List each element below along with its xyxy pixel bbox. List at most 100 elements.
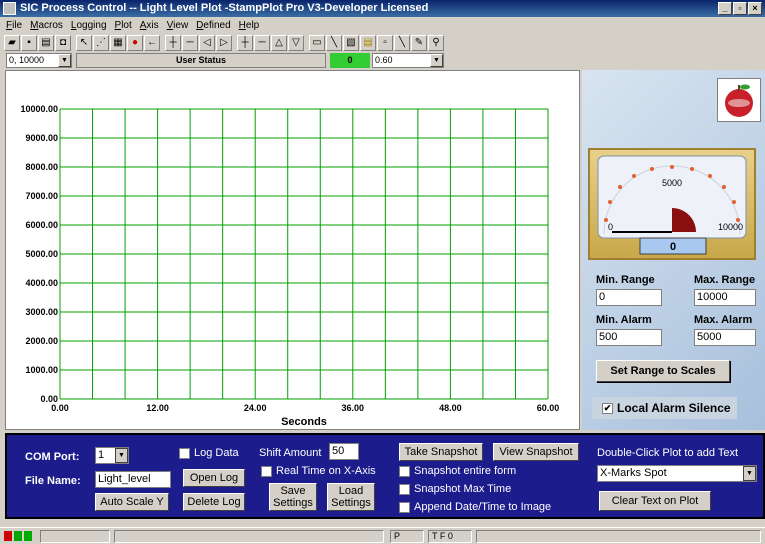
checkbox-icon[interactable] <box>399 483 410 495</box>
save-plot-icon[interactable]: ▫ <box>377 35 393 51</box>
log-data-checkbox[interactable]: Log Data <box>179 447 239 459</box>
y-tick-label: 9000.00 <box>25 133 58 143</box>
load-settings-button[interactable]: Load Settings <box>327 483 375 511</box>
logo <box>717 78 761 122</box>
min-alarm-input[interactable]: 500 <box>596 329 662 346</box>
com-port-label: COM Port: <box>25 451 80 463</box>
x-tick-label: 12.00 <box>146 403 169 413</box>
realtime-checkbox[interactable]: Real Time on X-Axis <box>261 465 376 477</box>
image-icon[interactable]: ▧ <box>343 35 359 51</box>
menu-axis[interactable]: Axis <box>140 18 159 33</box>
snapshot-max-checkbox[interactable]: Snapshot Max Time <box>399 483 511 495</box>
shift-amount-label: Shift Amount <box>259 447 322 459</box>
line-icon[interactable]: ╲ <box>394 35 410 51</box>
menu-defined[interactable]: Defined <box>196 18 230 33</box>
menu-help[interactable]: Help <box>239 18 260 33</box>
status-pane-p: P <box>390 530 424 543</box>
min-alarm-label: Min. Alarm <box>596 314 652 326</box>
snapshot-max-label: Snapshot Max Time <box>414 483 512 495</box>
window-icon[interactable]: ▭ <box>309 35 325 51</box>
record-icon[interactable]: ● <box>127 35 143 51</box>
expand-x-icon[interactable]: ┼ <box>165 35 181 51</box>
checkbox-icon[interactable] <box>261 465 272 477</box>
maximize-icon[interactable]: ▫ <box>733 2 747 15</box>
status-led-green-icon <box>24 531 32 541</box>
pointer-icon[interactable]: ↖ <box>76 35 92 51</box>
shift-amount-input[interactable]: 50 <box>329 443 359 460</box>
app-window: SIC Process Control -- Light Level Plot … <box>0 0 765 544</box>
max-alarm-input[interactable]: 5000 <box>694 329 756 346</box>
menu-macros[interactable]: Macros <box>30 18 63 33</box>
status-pane-tf: T F 0 <box>428 530 472 543</box>
delete-log-button[interactable]: Delete Log <box>183 493 245 511</box>
view-snapshot-button[interactable]: View Snapshot <box>493 443 579 461</box>
local-alarm-checkbox[interactable]: ✔ Local Alarm Silence <box>592 397 737 419</box>
minimize-icon[interactable]: _ <box>718 2 732 15</box>
gauge-label-max: 10000 <box>718 222 743 232</box>
y-tick-label: 3000.00 <box>25 307 58 317</box>
save-settings-button[interactable]: Save Settings <box>269 483 317 511</box>
plot-text-combo[interactable]: X-Marks Spot ▼ <box>597 465 757 482</box>
shift-up-icon[interactable]: △ <box>271 35 287 51</box>
open-log-button[interactable]: Open Log <box>183 469 245 487</box>
y-tick-label: 10000.00 <box>20 104 58 114</box>
double-click-hint: Double-Click Plot to add Text <box>597 447 739 459</box>
y-tick-label: 5000.00 <box>25 249 58 259</box>
open-folder-icon[interactable]: ▰ <box>4 35 20 51</box>
status-pane-empty <box>476 530 761 543</box>
right-panel: 5000 0 10000 0 Min. Range Max. Range 0 1… <box>582 70 765 430</box>
chevron-down-icon[interactable]: ▼ <box>115 448 128 463</box>
chevron-down-icon[interactable]: ▼ <box>743 466 756 481</box>
rate-combo[interactable]: 0.60 ▼ <box>372 53 444 68</box>
com-port-value: 1 <box>98 449 105 461</box>
range-combo[interactable]: 0, 10000 ▼ <box>6 53 72 68</box>
grid-icon[interactable]: ▦ <box>110 35 126 51</box>
min-range-input[interactable]: 0 <box>596 289 662 306</box>
shift-down-icon[interactable]: ▽ <box>288 35 304 51</box>
app-icon <box>3 2 16 15</box>
max-range-input[interactable]: 10000 <box>694 289 756 306</box>
wand-icon[interactable]: ⋰ <box>93 35 109 51</box>
zoom-icon[interactable]: ⚲ <box>428 35 444 51</box>
y-tick-label: 4000.00 <box>25 278 58 288</box>
snapshot-entire-checkbox[interactable]: Snapshot entire form <box>399 465 516 477</box>
plot-area[interactable]: 0.00 1000.00 2000.00 3000.00 4000.00 5000.00 6… <box>5 70 580 430</box>
chevron-down-icon[interactable]: ▼ <box>430 54 443 67</box>
take-snapshot-button[interactable]: Take Snapshot <box>399 443 483 461</box>
notes-icon[interactable]: ▤ <box>360 35 376 51</box>
com-port-select[interactable]: 1 ▼ <box>95 447 129 464</box>
y-tick-label: 2000.00 <box>25 336 58 346</box>
checkbox-icon[interactable] <box>399 501 410 513</box>
expand-y-icon[interactable]: ┼ <box>237 35 253 51</box>
auto-scale-button[interactable]: Auto Scale Y <box>95 493 169 511</box>
plot-chart[interactable]: 0.00 1000.00 2000.00 3000.00 4000.00 5000.00 6… <box>6 71 579 429</box>
window-buttons: _ ▫ × <box>718 2 762 15</box>
status-message <box>114 530 384 543</box>
chevron-down-icon[interactable]: ▼ <box>58 54 71 67</box>
menu-logging[interactable]: Logging <box>71 18 107 33</box>
x-tick-label: 0.00 <box>51 403 69 413</box>
checkbox-icon[interactable] <box>179 447 190 459</box>
meter-gauge: 5000 0 10000 0 <box>588 148 756 260</box>
clear-text-button[interactable]: Clear Text on Plot <box>599 491 711 511</box>
checkbox-icon[interactable] <box>399 465 410 477</box>
append-date-checkbox[interactable]: Append Date/Time to Image <box>399 501 551 513</box>
shrink-y-icon[interactable]: ─ <box>254 35 270 51</box>
pen-icon[interactable]: ╲ <box>326 35 342 51</box>
print-icon[interactable]: ▤ <box>38 35 54 51</box>
menu-file[interactable]: File <box>6 18 22 33</box>
shift-left-icon[interactable]: ◁ <box>199 35 215 51</box>
checkbox-checked-icon[interactable]: ✔ <box>602 403 613 415</box>
menu-view[interactable]: View <box>167 18 189 33</box>
back-arrow-icon[interactable]: ← <box>144 35 160 51</box>
set-range-button[interactable]: Set Range to Scales <box>596 360 730 382</box>
shrink-x-icon[interactable]: ─ <box>182 35 198 51</box>
edit-icon[interactable]: ✎ <box>411 35 427 51</box>
camera-icon[interactable]: ◘ <box>55 35 71 51</box>
close-icon[interactable]: × <box>748 2 762 15</box>
menu-plot[interactable]: Plot <box>115 18 132 33</box>
gauge-label-mid: 5000 <box>662 178 682 188</box>
file-name-input[interactable]: Light_level <box>95 471 171 488</box>
shift-right-icon[interactable]: ▷ <box>216 35 232 51</box>
save-icon[interactable]: ▪ <box>21 35 37 51</box>
